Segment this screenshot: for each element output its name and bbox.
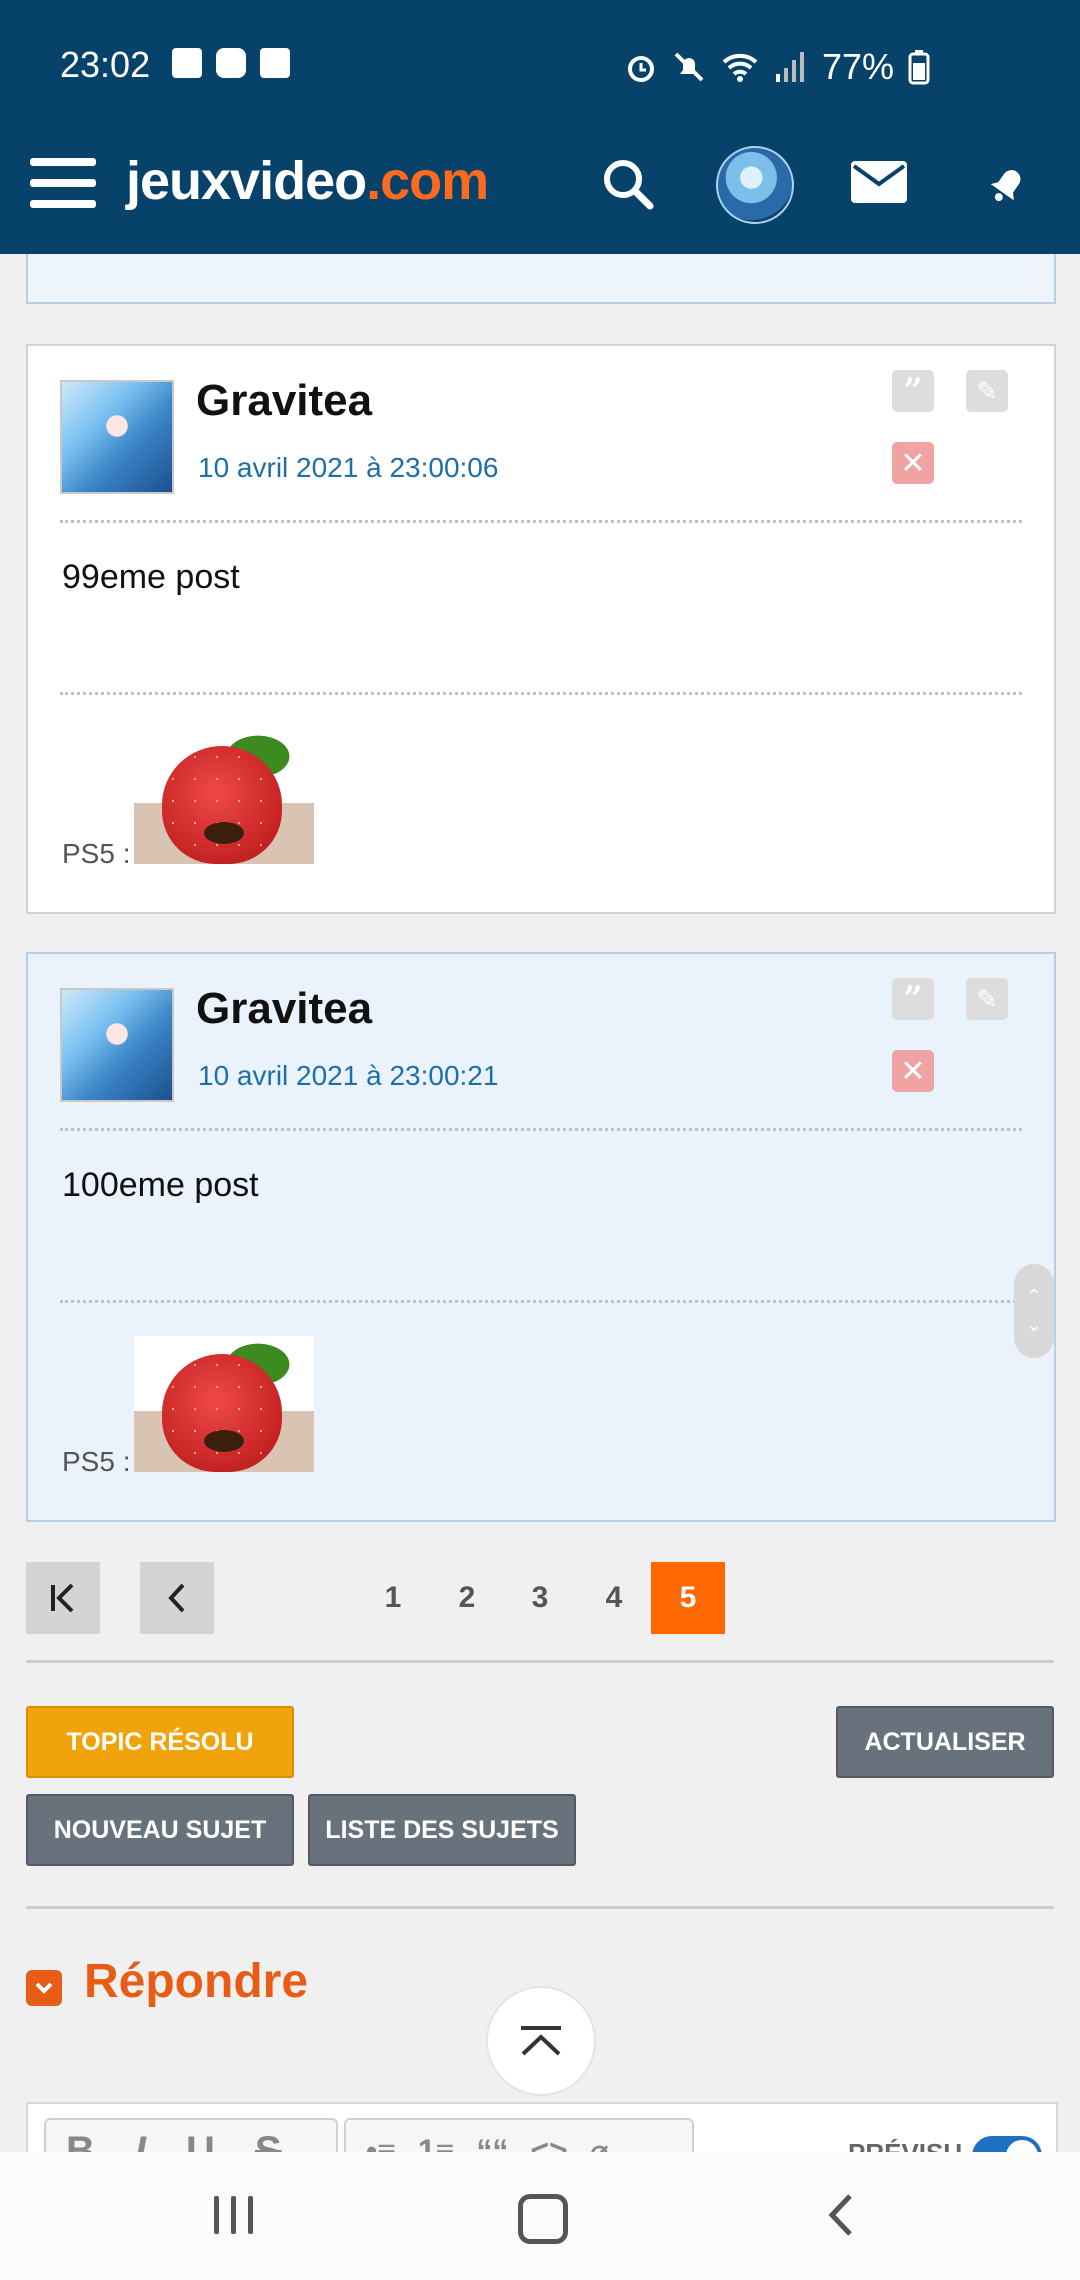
quote-icon[interactable]: ” [892,978,934,1020]
reply-title[interactable]: Répondre [84,1954,308,2009]
author-avatar[interactable] [60,988,174,1102]
status-time: 23:02 [60,44,151,85]
wifi-icon [722,53,758,82]
status-icons-left [172,48,290,78]
divider [26,1906,1054,1909]
post-body: 99eme post [62,558,240,596]
author-name[interactable]: Gravitea [196,984,372,1034]
edit-icon[interactable]: ✎ [966,978,1008,1020]
delete-icon[interactable]: ✕ [892,1050,934,1092]
page-link[interactable]: 4 [577,1562,651,1634]
quote-icon[interactable]: ” [892,370,934,412]
home-icon[interactable] [518,2194,568,2244]
topic-list-button[interactable]: LISTE DES SUJETS [308,1794,576,1866]
notification-bell-icon[interactable] [982,158,1034,210]
page-link[interactable]: 1 [356,1562,430,1634]
topic-resolved-button[interactable]: TOPIC RÉSOLU [26,1706,294,1778]
first-page-icon [51,1583,74,1613]
signature-label: PS5 : [62,1446,131,1477]
chevron-down-icon [35,1982,53,1994]
divider [60,520,1022,523]
post-body: 100eme post [62,1166,259,1204]
image-icon [172,48,202,78]
divider [60,692,1022,695]
system-navigation-bar [0,2152,1080,2280]
current-page[interactable]: 5 [651,1562,725,1634]
author-name[interactable]: Gravitea [196,376,372,426]
post-date[interactable]: 10 avril 2021 à 23:00:06 [198,452,498,484]
signature-label: PS5 : [62,838,131,869]
site-logo[interactable]: jeuxvideo.com [126,150,489,212]
scroll-top-icon [521,2026,561,2056]
divider [60,1128,1022,1131]
forum-post: Gravitea 10 avril 2021 à 23:00:06 ” ✎ ✕ … [26,344,1056,914]
gamepad-icon [216,48,246,78]
battery-icon [908,50,930,85]
mail-icon[interactable] [850,160,908,204]
signal-icon [776,52,804,82]
new-topic-button[interactable]: NOUVEAU SUJET [26,1794,294,1866]
first-page-button[interactable] [26,1562,100,1634]
screen-record-icon [260,48,290,78]
chevron-left-icon [168,1583,185,1613]
search-icon[interactable] [600,156,656,212]
refresh-button[interactable]: ACTUALISER [836,1706,1054,1778]
reply-toggle[interactable] [26,1970,62,2006]
post-date[interactable]: 10 avril 2021 à 23:00:21 [198,1060,498,1092]
author-avatar[interactable] [60,380,174,494]
scroll-to-top-button[interactable] [486,1986,596,2096]
page-link[interactable]: 2 [430,1562,504,1634]
signature-image [134,728,314,864]
divider [26,1660,1054,1663]
menu-icon[interactable] [30,158,96,208]
recent-apps-icon[interactable] [214,2196,253,2234]
back-icon[interactable] [826,2192,856,2238]
forum-post: Gravitea 10 avril 2021 à 23:00:21 ” ✎ ✕ … [26,952,1056,1522]
app-header: 23:02 77% jeuxvideo.com [0,0,1080,254]
divider [60,1300,1022,1303]
page-link[interactable]: 3 [503,1562,577,1634]
avatar[interactable] [716,146,794,224]
mute-icon [674,52,704,82]
alarm-icon [628,56,654,82]
scroll-handle[interactable]: ⌃ ⌄ [1014,1264,1054,1358]
status-icons-right: 77% [624,46,930,88]
edit-icon[interactable]: ✎ [966,370,1008,412]
previous-page-button[interactable] [140,1562,214,1634]
signature-image [134,1336,314,1472]
delete-icon[interactable]: ✕ [892,442,934,484]
battery-level: 77% [822,46,895,87]
